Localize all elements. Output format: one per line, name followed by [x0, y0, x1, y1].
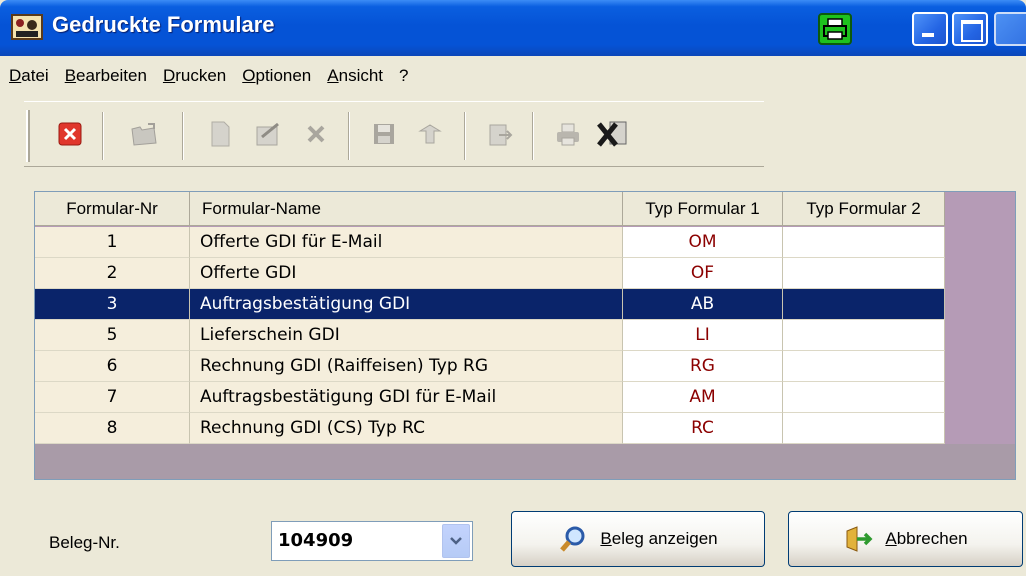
toolbar-separator	[102, 112, 104, 160]
menu-ansicht[interactable]: Ansicht	[327, 66, 383, 86]
show-beleg-button[interactable]: Beleg anzeigen	[511, 511, 765, 567]
cell-nr: 2	[35, 258, 190, 289]
cell-typ2	[783, 382, 945, 413]
table-row[interactable]: 1 Offerte GDI für E-Mail OM	[35, 227, 945, 258]
cell-name: Offerte GDI für E-Mail	[190, 227, 623, 258]
magnifier-icon	[558, 524, 588, 554]
table-body: 1 Offerte GDI für E-Mail OM 2 Offerte GD…	[35, 227, 945, 444]
maximize-button[interactable]	[952, 12, 988, 46]
menu-drucken[interactable]: Drucken	[163, 66, 226, 86]
beleg-nr-label: Beleg-Nr.	[49, 533, 120, 552]
close-window-button[interactable]	[994, 12, 1026, 46]
cell-name: Auftragsbestätigung GDI	[190, 289, 623, 320]
cell-nr: 3	[35, 289, 190, 320]
table-header: Formular-Nr Formular-Name Typ Formular 1…	[35, 192, 945, 226]
table-row[interactable]: 8 Rechnung GDI (CS) Typ RC RC	[35, 413, 945, 444]
cell-typ2	[783, 289, 945, 320]
cell-name: Rechnung GDI (CS) Typ RC	[190, 413, 623, 444]
menu-help[interactable]: ?	[399, 66, 408, 86]
cell-typ1: RC	[623, 413, 783, 444]
cell-nr: 5	[35, 320, 190, 351]
app-icon	[10, 11, 44, 43]
cell-typ1: LI	[623, 320, 783, 351]
undo-icon[interactable]	[414, 118, 446, 150]
cell-nr: 1	[35, 227, 190, 258]
column-header-name[interactable]: Formular-Name	[190, 192, 623, 226]
cell-nr: 8	[35, 413, 190, 444]
menu-bearbeiten[interactable]: Bearbeiten	[65, 66, 147, 86]
print-icon[interactable]	[552, 118, 584, 150]
minimize-button[interactable]	[912, 12, 948, 46]
cell-name: Rechnung GDI (Raiffeisen) Typ RG	[190, 351, 623, 382]
open-folder-icon[interactable]	[128, 118, 160, 150]
beleg-nr-combobox[interactable]: 104909	[271, 521, 473, 561]
cell-name: Offerte GDI	[190, 258, 623, 289]
toolbar-separator	[532, 112, 534, 160]
table-row[interactable]: 2 Offerte GDI OF	[35, 258, 945, 289]
title-bar[interactable]: Gedruckte Formulare	[0, 0, 1026, 56]
edit-document-icon[interactable]	[252, 118, 284, 150]
window-title: Gedruckte Formulare	[52, 12, 275, 37]
cell-typ2	[783, 258, 945, 289]
beleg-nr-value[interactable]: 104909	[278, 530, 353, 551]
toolbar-separator	[464, 112, 466, 160]
forms-table[interactable]: Formular-Nr Formular-Name Typ Formular 1…	[34, 191, 1016, 480]
table-row[interactable]: 5 Lieferschein GDI LI	[35, 320, 945, 351]
column-header-typ2[interactable]: Typ Formular 2	[783, 192, 945, 226]
cell-name: Lieferschein GDI	[190, 320, 623, 351]
cell-typ1: AM	[623, 382, 783, 413]
new-document-icon[interactable]	[204, 118, 236, 150]
save-disk-icon[interactable]	[368, 118, 400, 150]
cell-nr: 6	[35, 351, 190, 382]
cell-typ2	[783, 227, 945, 258]
export-icon[interactable]	[484, 118, 516, 150]
column-header-nr[interactable]: Formular-Nr	[35, 192, 190, 226]
cell-typ1: OM	[623, 227, 783, 258]
toolbar-separator	[182, 112, 184, 160]
toolbar-separator	[348, 112, 350, 160]
menu-datei[interactable]: Datei	[9, 66, 49, 86]
table-row-selected[interactable]: 3 Auftragsbestätigung GDI AB	[35, 289, 945, 320]
table-row[interactable]: 7 Auftragsbestätigung GDI für E-Mail AM	[35, 382, 945, 413]
cell-typ2	[783, 413, 945, 444]
toolbar-grip[interactable]	[26, 110, 30, 162]
menu-bar: Datei Bearbeiten Drucken Optionen Ansich…	[0, 56, 1026, 96]
table-row[interactable]: 6 Rechnung GDI (Raiffeisen) Typ RG RG	[35, 351, 945, 382]
cell-typ1: OF	[623, 258, 783, 289]
menu-optionen[interactable]: Optionen	[242, 66, 311, 86]
cancel-button[interactable]: Abbrechen	[788, 511, 1023, 567]
table-empty-area	[35, 444, 1015, 479]
cell-typ1: AB	[623, 289, 783, 320]
exit-door-icon	[843, 525, 873, 553]
chevron-down-icon[interactable]	[442, 524, 470, 558]
column-header-typ1[interactable]: Typ Formular 1	[623, 192, 783, 226]
cell-typ2	[783, 351, 945, 382]
excel-icon[interactable]	[596, 118, 628, 150]
cell-name: Auftragsbestätigung GDI für E-Mail	[190, 382, 623, 413]
printer-icon[interactable]	[818, 13, 852, 45]
cell-nr: 7	[35, 382, 190, 413]
cell-typ1: RG	[623, 351, 783, 382]
close-red-icon[interactable]	[54, 118, 86, 150]
delete-x-icon[interactable]	[300, 118, 332, 150]
toolbar	[24, 101, 764, 167]
cell-typ2	[783, 320, 945, 351]
